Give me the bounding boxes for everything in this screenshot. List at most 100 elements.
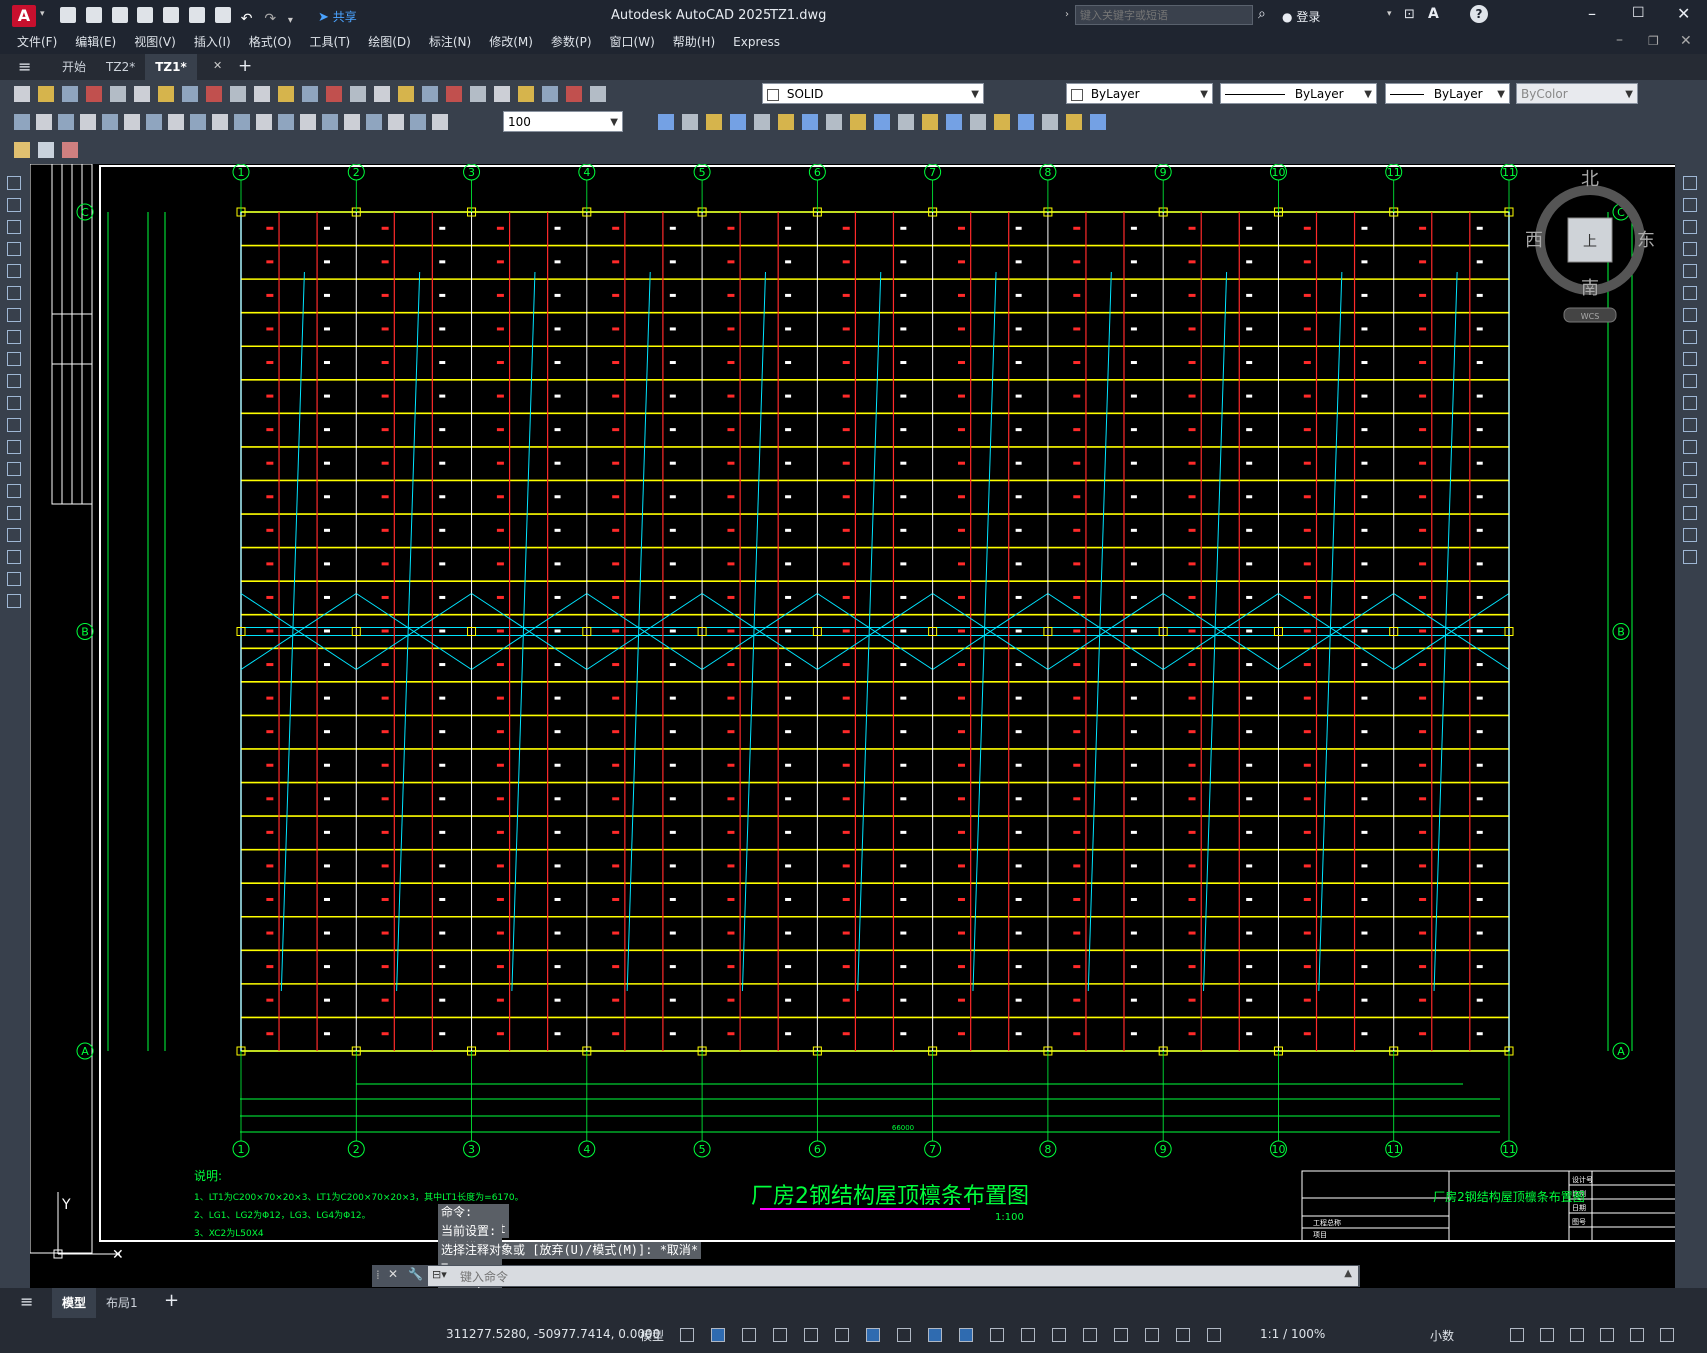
insert-block-icon[interactable] [7, 418, 21, 432]
drag-handle-icon[interactable]: ⁞ [376, 1268, 380, 1282]
polyline-icon[interactable] [7, 220, 21, 234]
blend-icon[interactable] [1683, 528, 1697, 542]
3d-osnap-toggle-icon[interactable] [1052, 1328, 1066, 1342]
infer-toggle-icon[interactable] [742, 1328, 756, 1342]
hardware-accel-icon[interactable] [1600, 1328, 1614, 1342]
layer-prev2-icon[interactable] [946, 114, 962, 130]
menu-item-8[interactable]: 修改(M) [480, 31, 542, 54]
layout-menu-icon[interactable]: ≡ [20, 1292, 33, 1311]
revision-cloud-icon[interactable] [7, 330, 21, 344]
viewcube[interactable] [1535, 185, 1645, 323]
command-input-box[interactable]: ⊟▾ ▲ [428, 1266, 1358, 1288]
layer-merge-icon[interactable] [850, 114, 866, 130]
region-icon[interactable] [7, 528, 21, 542]
ortho-toggle-icon[interactable] [804, 1328, 818, 1342]
dim-update-icon[interactable] [432, 114, 448, 130]
linetype-dropdown[interactable]: ByLayer ▼ [1220, 83, 1377, 104]
layer-unlock-icon[interactable] [802, 114, 818, 130]
auto-scale-toggle-icon[interactable] [1207, 1328, 1221, 1342]
command-customize-icon[interactable]: 🔧 [408, 1267, 423, 1281]
properties-icon[interactable] [398, 86, 414, 102]
layer-off-icon[interactable] [730, 114, 746, 130]
dimscale-dropdown[interactable]: 100 ▼ [503, 111, 623, 132]
plotstyle-dropdown[interactable]: ByColor ▼ [1516, 83, 1638, 104]
add-selected-icon[interactable] [7, 594, 21, 608]
layer-properties-icon[interactable] [566, 86, 582, 102]
drawing-canvas[interactable]: 1 1 2 2 3 3 4 4 5 5 6 6 7 7 8 8 9 9 10 10 11 11 11 11 C C B B A A 660… [30, 164, 1675, 1288]
share-button[interactable]: ➤ 共享 [318, 8, 357, 25]
menu-item-3[interactable]: 插入(I) [185, 31, 240, 54]
tool-palettes-icon[interactable] [446, 86, 462, 102]
search-input[interactable] [1075, 5, 1253, 25]
selection-filter-toggle-icon[interactable] [1114, 1328, 1128, 1342]
layer-z-icon[interactable] [1042, 114, 1058, 130]
new-layout-button[interactable]: + [164, 1290, 179, 1311]
cut-icon[interactable] [158, 86, 174, 102]
command-prompt-icon[interactable]: ⊟▾ [432, 1268, 447, 1281]
save-icon[interactable] [62, 86, 78, 102]
transparency-toggle-icon[interactable] [990, 1328, 1004, 1342]
menu-item-10[interactable]: 窗口(W) [601, 31, 664, 54]
construction-line-icon[interactable] [7, 198, 21, 212]
publish-icon[interactable] [163, 7, 180, 23]
plot-icon[interactable] [86, 86, 102, 102]
lineweight-toggle-icon[interactable] [959, 1328, 973, 1342]
polygon-icon[interactable] [7, 242, 21, 256]
annotation-monitor-icon[interactable] [1540, 1328, 1554, 1342]
login-button[interactable]: ● 登录 [1282, 8, 1320, 25]
layer-tools-icon[interactable] [62, 142, 78, 158]
grid-toggle-icon[interactable] [680, 1328, 694, 1342]
markup-icon[interactable] [494, 86, 510, 102]
workspace-icon[interactable] [1510, 1328, 1524, 1342]
annotation-scale[interactable]: 1:1 / 100% [1260, 1327, 1325, 1341]
layer-copy-icon[interactable] [898, 114, 914, 130]
layer-delete-icon[interactable] [874, 114, 890, 130]
doc-minimize-icon[interactable]: – [1616, 32, 1623, 48]
menu-item-0[interactable]: 文件(F) [8, 31, 66, 54]
login-chevron-icon[interactable]: ▾ [1387, 9, 1392, 19]
layer-lock-icon[interactable] [778, 114, 794, 130]
snap-toggle-icon[interactable] [711, 1328, 725, 1342]
zoom-window-icon[interactable] [350, 86, 366, 102]
hamburger-menu-icon[interactable]: ≡ [18, 57, 31, 76]
plot-preview-icon[interactable] [189, 7, 206, 23]
layer-change-icon[interactable] [682, 114, 698, 130]
menu-item-4[interactable]: 格式(O) [240, 31, 301, 54]
erase-icon[interactable] [1683, 176, 1697, 190]
file-tab-2[interactable]: TZ1* [145, 54, 197, 80]
rectangle-icon[interactable] [7, 264, 21, 278]
help-icon[interactable] [542, 86, 558, 102]
layer-v-icon[interactable] [1090, 114, 1106, 130]
rotate-icon[interactable] [1683, 308, 1697, 322]
layout-tab-0[interactable]: 模型 [52, 1288, 97, 1318]
fillet-icon[interactable] [1683, 506, 1697, 520]
tab-close-icon[interactable]: ✕ [213, 59, 222, 72]
gradient-icon[interactable] [7, 506, 21, 520]
layer-tools-icon[interactable] [970, 114, 986, 130]
open-icon[interactable] [38, 86, 54, 102]
close-icon[interactable]: ✕ [1677, 4, 1690, 23]
dim-linear-icon[interactable] [14, 114, 30, 130]
menu-item-6[interactable]: 绘图(D) [359, 31, 420, 54]
stretch-icon[interactable] [1683, 352, 1697, 366]
hatch-icon[interactable] [7, 484, 21, 498]
menu-item-2[interactable]: 视图(V) [125, 31, 185, 54]
units-selector[interactable]: 小数 [1430, 1327, 1454, 1344]
layer-dropdown[interactable]: SOLID ▼ [762, 83, 984, 104]
drawing-svg[interactable]: 112233445566778899101011111111C CB BA A 660… [30, 164, 1675, 1288]
sheet-set-icon[interactable] [470, 86, 486, 102]
customize-icon[interactable] [1660, 1328, 1674, 1342]
saveas-icon[interactable] [137, 7, 154, 23]
cursor-coordinates[interactable]: 311277.5280, -50977.7414, 0.0000 [446, 1327, 660, 1341]
dim-diameter-icon[interactable] [146, 114, 162, 130]
layer-previous-icon[interactable] [922, 114, 938, 130]
search-expand-icon[interactable]: › [1065, 9, 1069, 20]
break-icon[interactable] [1683, 440, 1697, 454]
layer-x-icon[interactable] [994, 114, 1010, 130]
design-center-icon[interactable] [422, 86, 438, 102]
layer-isolate-icon[interactable] [706, 114, 722, 130]
arc-icon[interactable] [7, 286, 21, 300]
zoom-realtime-icon[interactable] [326, 86, 342, 102]
file-tab-0[interactable]: 开始 [52, 54, 96, 80]
clean-screen-icon[interactable] [1630, 1328, 1644, 1342]
